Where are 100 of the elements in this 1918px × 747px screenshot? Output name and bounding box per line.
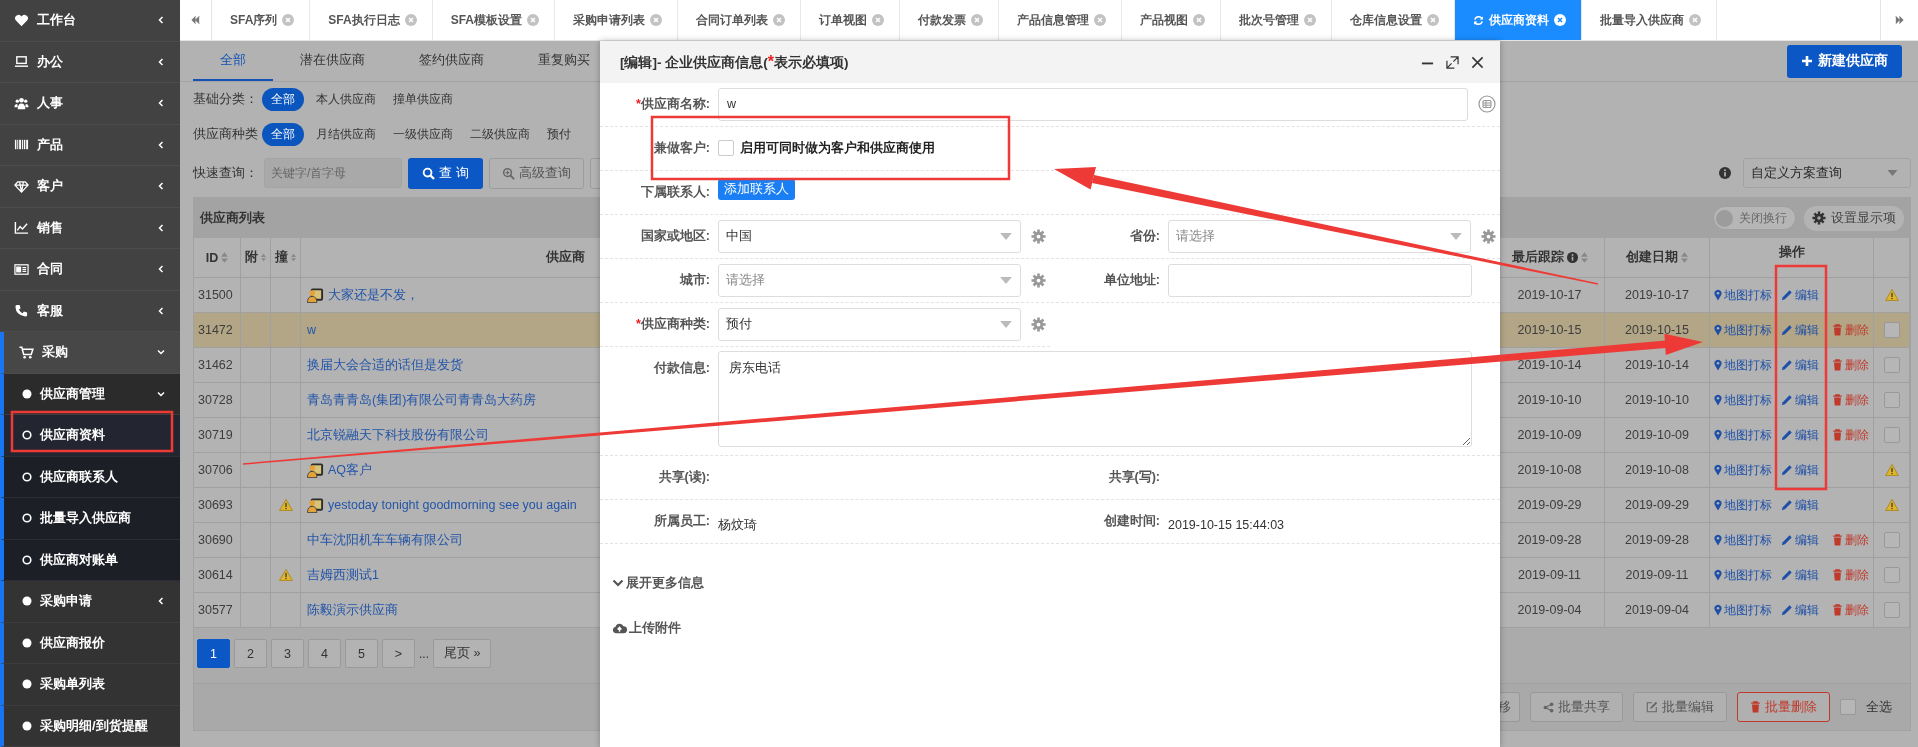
filter-chip[interactable]: 全部 bbox=[262, 88, 304, 111]
settings-icon[interactable] bbox=[1031, 228, 1046, 244]
page-tab[interactable]: SFA序列 bbox=[212, 0, 311, 40]
page-button[interactable]: 2 bbox=[234, 639, 267, 668]
supplier-link[interactable]: 大家还是不发， bbox=[328, 286, 419, 304]
display-settings-button[interactable]: 设置显示项 bbox=[1804, 205, 1904, 231]
search-button[interactable]: 查 询 bbox=[408, 157, 483, 189]
select-field[interactable]: 中国 bbox=[718, 219, 1021, 253]
page-tab[interactable]: 付款发票 bbox=[900, 0, 1000, 40]
row-checkbox[interactable] bbox=[1883, 602, 1900, 618]
search-field[interactable]: 关键字/首字母 bbox=[264, 158, 402, 188]
map-mark-link[interactable]: 地图打标 bbox=[1714, 391, 1772, 409]
supplier-link[interactable]: 中车沈阳机车车辆有限公司 bbox=[307, 531, 463, 549]
map-mark-link[interactable]: 地图打标 bbox=[1714, 601, 1772, 619]
select-all-checkbox[interactable] bbox=[1840, 699, 1856, 715]
sidebar-item[interactable]: 采购 bbox=[0, 332, 180, 374]
page-tab[interactable]: SFA执行日志 bbox=[310, 0, 433, 40]
sidebar-item[interactable]: 批量导入供应商 bbox=[0, 498, 180, 540]
page-tab[interactable]: 批量导入供应商 bbox=[1582, 0, 1718, 40]
sidebar-item[interactable]: 供应商对账单 bbox=[0, 539, 180, 581]
filter-chip[interactable]: 预付 bbox=[542, 123, 576, 146]
page-button[interactable]: 4 bbox=[308, 639, 341, 668]
map-mark-link[interactable]: 地图打标 bbox=[1714, 566, 1772, 584]
sort-icon[interactable] bbox=[291, 252, 296, 263]
filter-chip[interactable]: 二级供应商 bbox=[465, 123, 535, 146]
edit-link[interactable]: 编辑 bbox=[1781, 426, 1819, 444]
batch-edit-button[interactable]: 批量编辑 bbox=[1633, 692, 1727, 722]
maximize-icon[interactable] bbox=[1446, 55, 1459, 69]
page-tab[interactable]: SFA模板设置 bbox=[432, 0, 556, 40]
page-tab[interactable]: 批次号管理 bbox=[1221, 0, 1333, 40]
scheme-select[interactable]: 自定义方案查询 bbox=[1743, 158, 1911, 188]
edit-link[interactable]: 编辑 bbox=[1781, 321, 1819, 339]
row-checkbox[interactable] bbox=[1883, 357, 1900, 373]
sidebar-item[interactable]: 供应商资料 bbox=[0, 415, 180, 457]
filter-chip[interactable]: 一级供应商 bbox=[388, 123, 458, 146]
supplier-link[interactable]: 北京锐融天下科技股份有限公司 bbox=[307, 426, 489, 444]
page-tab[interactable]: 合同订单列表 bbox=[678, 0, 802, 40]
supplier-link[interactable]: yestoday tonight goodmorning see you again bbox=[328, 498, 577, 512]
batch-share-button[interactable]: 批量共享 bbox=[1530, 692, 1623, 722]
page-tab[interactable]: 采购申请列表 bbox=[555, 0, 679, 40]
sort-icon[interactable] bbox=[261, 252, 266, 263]
sort-icon[interactable] bbox=[1580, 252, 1588, 263]
expand-more-link[interactable]: 展开更多信息 bbox=[600, 574, 716, 592]
payment-info-field[interactable]: 房东电话 bbox=[718, 351, 1472, 447]
map-mark-link[interactable]: 地图打标 bbox=[1714, 356, 1772, 374]
edit-link[interactable]: 编辑 bbox=[1781, 391, 1819, 409]
supplier-link[interactable]: 青岛青青岛(集团)有限公司青青岛大药房 bbox=[307, 391, 537, 409]
list-icon[interactable] bbox=[1478, 95, 1496, 113]
page-button[interactable]: 1 bbox=[197, 639, 230, 668]
map-mark-link[interactable]: 地图打标 bbox=[1714, 496, 1772, 514]
row-checkbox[interactable] bbox=[1883, 567, 1900, 583]
filter-tab[interactable]: 全部 bbox=[193, 41, 273, 81]
map-mark-link[interactable]: 地图打标 bbox=[1714, 321, 1772, 339]
select-field[interactable]: 请选择 bbox=[718, 263, 1021, 297]
page-tab[interactable]: 产品信息管理 bbox=[999, 0, 1123, 40]
supplier-name-field[interactable]: w bbox=[718, 87, 1468, 121]
address-field[interactable] bbox=[1168, 263, 1472, 297]
sidebar-item[interactable]: 供应商联系人 bbox=[0, 456, 180, 498]
map-mark-link[interactable]: 地图打标 bbox=[1714, 426, 1772, 444]
close-icon[interactable] bbox=[1471, 55, 1484, 69]
sort-icon[interactable] bbox=[221, 252, 229, 263]
settings-icon[interactable] bbox=[1481, 228, 1496, 244]
supplier-link[interactable]: AQ客户 bbox=[328, 461, 373, 479]
edit-link[interactable]: 编辑 bbox=[1781, 601, 1819, 619]
row-checkbox[interactable] bbox=[1883, 322, 1900, 338]
filter-chip[interactable]: 全部 bbox=[262, 123, 304, 146]
page-button[interactable]: 3 bbox=[271, 639, 304, 668]
settings-icon[interactable] bbox=[1031, 316, 1046, 332]
filter-chip[interactable]: 本人供应商 bbox=[311, 88, 381, 111]
supplier-link[interactable]: 吉姆西测试1 bbox=[307, 566, 379, 584]
filter-tab[interactable]: 签约供应商 bbox=[392, 41, 511, 81]
edit-link[interactable]: 编辑 bbox=[1781, 496, 1819, 514]
sidebar-item[interactable]: 采购单列表 bbox=[0, 664, 180, 706]
edit-link[interactable]: 编辑 bbox=[1781, 566, 1819, 584]
sidebar-item[interactable]: 供应商管理 bbox=[0, 373, 180, 415]
add-contact-button[interactable]: 添加联系人 bbox=[718, 178, 795, 200]
row-checkbox[interactable] bbox=[1883, 392, 1900, 408]
map-mark-link[interactable]: 地图打标 bbox=[1714, 461, 1772, 479]
filter-chip[interactable]: 月结供应商 bbox=[311, 123, 381, 146]
filter-tab[interactable]: 潜在供应商 bbox=[273, 41, 392, 81]
page-button[interactable]: > bbox=[382, 639, 415, 668]
page-tab[interactable]: 供应商资料 bbox=[1455, 0, 1583, 40]
supplier-link[interactable]: 换届大会合适的话但是发货 bbox=[307, 356, 463, 374]
new-supplier-button[interactable]: 新建供应商 bbox=[1787, 44, 1902, 78]
page-button[interactable]: 5 bbox=[345, 639, 378, 668]
customer-checkbox[interactable] bbox=[718, 140, 734, 156]
map-mark-link[interactable]: 地图打标 bbox=[1714, 286, 1772, 304]
edit-link[interactable]: 编辑 bbox=[1781, 356, 1819, 374]
edit-link[interactable]: 编辑 bbox=[1781, 461, 1819, 479]
edit-link[interactable]: 编辑 bbox=[1781, 286, 1819, 304]
sidebar-item[interactable]: 采购申请 bbox=[0, 581, 180, 623]
advanced-search-button[interactable]: 高级查询 bbox=[488, 157, 584, 189]
row-checkbox[interactable] bbox=[1883, 532, 1900, 548]
row-checkbox[interactable] bbox=[1883, 427, 1900, 443]
sort-icon[interactable] bbox=[1681, 252, 1688, 263]
map-mark-link[interactable]: 地图打标 bbox=[1714, 531, 1772, 549]
settings-icon[interactable] bbox=[1031, 272, 1046, 288]
upload-attachment-link[interactable]: 上传附件 bbox=[600, 619, 693, 637]
last-page-button[interactable]: 尾页 » bbox=[433, 639, 492, 668]
filter-chip[interactable]: 撞单供应商 bbox=[388, 88, 458, 111]
